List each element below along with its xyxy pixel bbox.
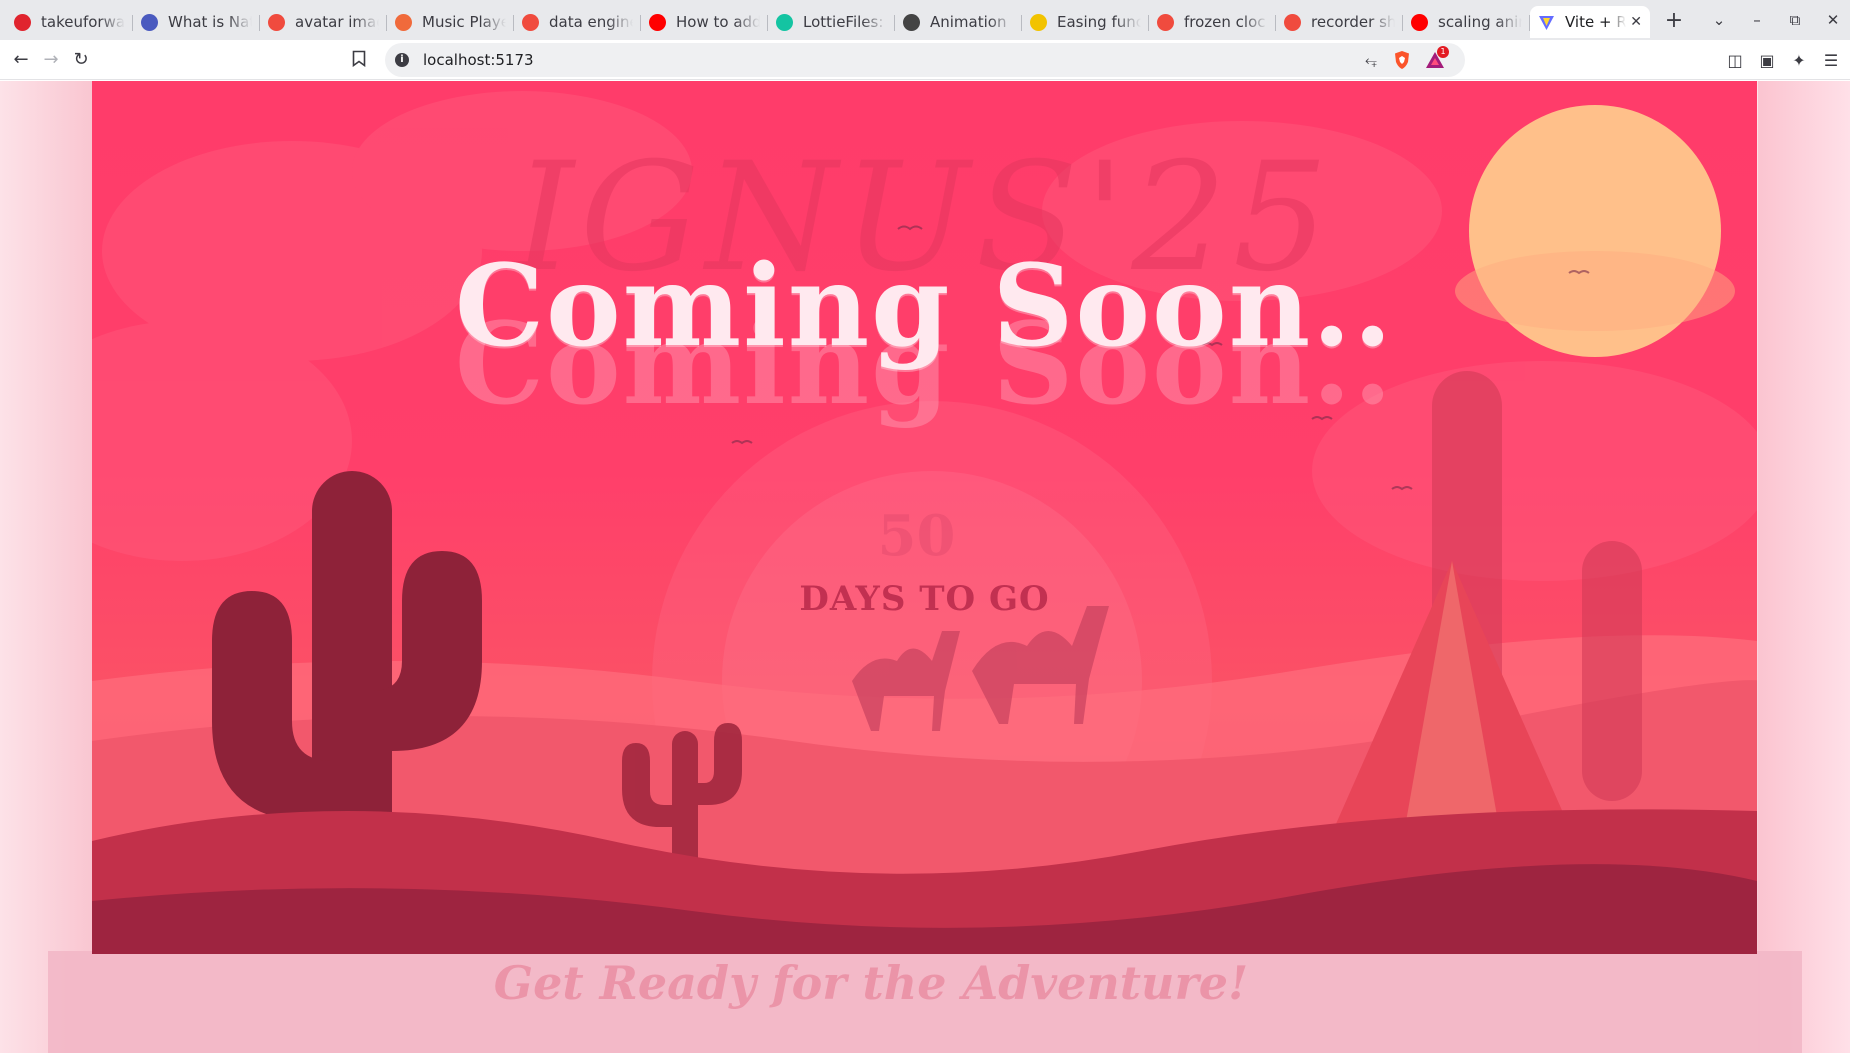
desert-scene: IGNUS'25 Coming Soon.. Coming Soon.. 50 … <box>92 81 1757 954</box>
brave-search-icon <box>522 13 539 31</box>
brave-search-icon <box>1157 13 1174 31</box>
close-tab-icon[interactable]: ✕ <box>1630 14 1642 30</box>
tab-title: What is Nat <box>168 13 252 31</box>
tab-title: Animation <box>930 13 1007 31</box>
tab-title: How to add <box>676 13 760 31</box>
asterisk-icon <box>395 13 412 31</box>
tab[interactable]: LottieFiles: <box>768 6 895 38</box>
tab[interactable]: avatar imag <box>260 6 387 38</box>
tab[interactable]: frozen cloc <box>1149 6 1276 38</box>
address-url[interactable]: localhost:5173 <box>423 51 534 69</box>
tab[interactable]: Easing func <box>1022 6 1149 38</box>
lottiefiles-icon <box>776 13 793 31</box>
right-backdrop <box>1758 81 1850 1053</box>
window-controls: ⌄ – ⧉ ✕ <box>1708 0 1844 40</box>
leo-ai-icon[interactable]: ✦ <box>1790 51 1808 70</box>
rewards-badge: 1 <box>1437 46 1449 58</box>
countdown-number: 50 <box>877 503 956 569</box>
brave-shields-icon[interactable] <box>1393 50 1411 70</box>
forward-button[interactable]: → <box>38 48 64 72</box>
tuf-icon <box>14 13 31 31</box>
new-tab-button[interactable]: + <box>1656 8 1692 33</box>
toolbar: ← → ↻ i localhost:5173 ⥆ 1 ◫ ▣ ✦ ☰ <box>0 40 1850 80</box>
wallet-icon[interactable]: ▣ <box>1758 51 1776 70</box>
tab-title: recorder sh <box>1311 13 1395 31</box>
tab-title: takeuforward <box>41 13 125 31</box>
address-bar[interactable]: i localhost:5173 ⥆ 1 <box>385 43 1465 77</box>
headline: Coming Soon.. <box>454 241 1395 372</box>
tab-title: LottieFiles: <box>803 13 884 31</box>
tab-title: frozen cloc <box>1184 13 1266 31</box>
tab[interactable]: takeuforward <box>6 6 133 38</box>
countdown-label: DAYS TO GO <box>799 579 1050 619</box>
sidebar-toggle-icon[interactable]: ◫ <box>1726 51 1744 70</box>
share-icon[interactable]: ⥆ <box>1365 51 1377 69</box>
bookmark-icon[interactable] <box>352 50 366 67</box>
close-window-icon[interactable]: ✕ <box>1822 11 1844 29</box>
tab[interactable]: Animation <box>895 6 1022 38</box>
tab-search-chevron-icon[interactable]: ⌄ <box>1708 11 1730 29</box>
tab-strip: takeuforward What is Nat avatar imag Music … <box>0 0 1850 40</box>
brave-search-icon <box>268 13 285 31</box>
left-backdrop <box>0 81 92 1053</box>
tab-title: Music Playe <box>422 13 506 31</box>
tab[interactable]: scaling anim <box>1403 6 1530 38</box>
minimize-icon[interactable]: – <box>1746 11 1768 29</box>
tab-active[interactable]: Vite + React✕ <box>1530 6 1650 38</box>
site-info-icon[interactable]: i <box>395 53 409 67</box>
tab-title: avatar imag <box>295 13 379 31</box>
tab[interactable]: How to add <box>641 6 768 38</box>
tab-title: Vite + React <box>1565 13 1627 31</box>
youtube-icon <box>649 13 666 31</box>
tab-list: takeuforward What is Nat avatar imag Music … <box>0 0 1692 40</box>
vite-icon <box>1538 14 1555 31</box>
trend-chart-icon <box>141 13 158 31</box>
youtube-icon <box>1411 13 1428 31</box>
tab[interactable]: data engine <box>514 6 641 38</box>
tagline: Get Ready for the Adventure! <box>493 956 1249 1010</box>
toolbar-actions: ◫ ▣ ✦ ☰ <box>1726 40 1840 80</box>
openai-icon <box>903 13 920 31</box>
easing-icon <box>1030 13 1047 31</box>
tab-title: scaling anim <box>1438 13 1522 31</box>
tab[interactable]: Music Playe <box>387 6 514 38</box>
reload-button[interactable]: ↻ <box>68 48 94 72</box>
page-viewport: IGNUS'25 Coming Soon.. Coming Soon.. 50 … <box>0 81 1850 1053</box>
restore-icon[interactable]: ⧉ <box>1784 11 1806 29</box>
brave-rewards-icon[interactable]: 1 <box>1425 46 1449 70</box>
tab[interactable]: recorder sh <box>1276 6 1403 38</box>
back-button[interactable]: ← <box>8 48 34 72</box>
tab-title: data engine <box>549 13 633 31</box>
tab[interactable]: What is Nat <box>133 6 260 38</box>
tab-title: Easing func <box>1057 13 1141 31</box>
menu-icon[interactable]: ☰ <box>1822 51 1840 70</box>
brave-search-icon <box>1284 13 1301 31</box>
